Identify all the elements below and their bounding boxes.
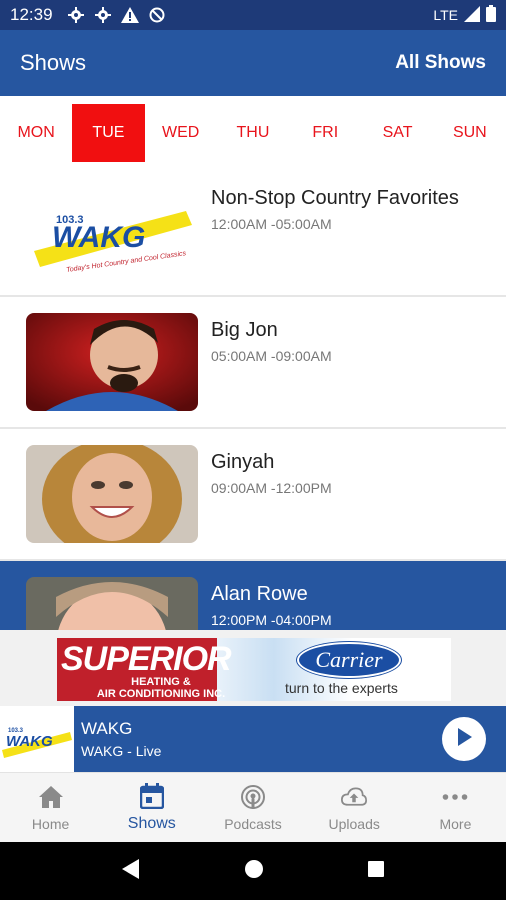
show-list: 103.3 WAKG Today's Hot Country and Cool … bbox=[0, 165, 506, 630]
data-saver-icon bbox=[148, 6, 166, 24]
ad-area: SUPERIOR HEATING & AIR CONDITIONING INC.… bbox=[0, 630, 506, 706]
back-icon[interactable] bbox=[121, 858, 141, 885]
nav-home[interactable]: Home bbox=[0, 773, 101, 842]
logo-call: WAKG bbox=[52, 221, 145, 254]
station-logo: 103.3 WAKG Today's Hot Country and Cool … bbox=[26, 181, 198, 279]
system-nav-bar bbox=[0, 842, 506, 900]
show-row[interactable]: 103.3 WAKG Today's Hot Country and Cool … bbox=[0, 165, 506, 297]
nav-podcasts[interactable]: Podcasts bbox=[202, 773, 303, 842]
nav-uploads[interactable]: Uploads bbox=[304, 773, 405, 842]
cloud-upload-icon bbox=[341, 784, 368, 810]
show-name: Alan Rowe bbox=[211, 583, 308, 605]
tab-fri[interactable]: FRI bbox=[289, 104, 361, 162]
status-right: LTE bbox=[433, 5, 496, 25]
ad-banner[interactable]: SUPERIOR HEATING & AIR CONDITIONING INC.… bbox=[57, 638, 451, 701]
play-icon bbox=[455, 727, 473, 752]
player-subtitle: WAKG - Live bbox=[81, 743, 162, 759]
ad-partner: Carrier bbox=[315, 647, 383, 672]
nav-shows[interactable]: Shows bbox=[101, 773, 202, 842]
tab-sat[interactable]: SAT bbox=[361, 104, 433, 162]
tab-mon[interactable]: MON bbox=[0, 104, 72, 162]
player-title: WAKG bbox=[81, 719, 133, 738]
show-row[interactable]: Alan Rowe 12:00PM -04:00PM bbox=[0, 561, 506, 630]
ad-subline-1: HEATING & bbox=[131, 676, 191, 688]
show-name: Ginyah bbox=[211, 451, 275, 473]
play-button[interactable] bbox=[442, 717, 486, 761]
nav-shows-label: Shows bbox=[127, 814, 176, 832]
all-shows-button[interactable]: All Shows bbox=[395, 52, 486, 74]
carrier-logo: Carrier bbox=[297, 642, 401, 678]
podcast-icon bbox=[240, 784, 266, 810]
ad-brand: SUPERIOR bbox=[61, 640, 232, 678]
page-title: Shows bbox=[20, 50, 87, 75]
tab-sun[interactable]: SUN bbox=[434, 104, 506, 162]
tab-tue[interactable]: TUE bbox=[72, 104, 145, 162]
battery-icon bbox=[486, 5, 496, 25]
settings-icon bbox=[94, 6, 112, 24]
show-row[interactable]: Big Jon 05:00AM -09:00AM bbox=[0, 297, 506, 429]
ad-subline-2: AIR CONDITIONING INC. bbox=[96, 688, 226, 700]
settings-icon bbox=[67, 6, 85, 24]
home-circle-icon[interactable] bbox=[244, 859, 264, 884]
host-photo bbox=[26, 313, 198, 411]
warning-icon bbox=[120, 6, 139, 24]
network-type: LTE bbox=[433, 7, 458, 23]
status-bar: 12:39 LTE bbox=[0, 0, 506, 30]
ad-subline: HEATING & AIR CONDITIONING INC. bbox=[71, 676, 251, 700]
tab-thu[interactable]: THU bbox=[217, 104, 289, 162]
show-time: 12:00AM -05:00AM bbox=[211, 216, 332, 232]
day-tabs: MON TUE WED THU FRI SAT SUN bbox=[0, 104, 506, 162]
mini-player[interactable]: 103.3 WAKG WAKG WAKG - Live bbox=[0, 706, 506, 772]
recents-icon[interactable] bbox=[367, 860, 385, 883]
show-name: Non-Stop Country Favorites bbox=[211, 187, 459, 209]
more-dots-icon bbox=[442, 784, 468, 810]
signal-icon bbox=[464, 5, 480, 25]
nav-home-label: Home bbox=[31, 815, 70, 832]
host-photo bbox=[26, 445, 198, 543]
app-bar: Shows All Shows bbox=[0, 30, 506, 96]
host-photo bbox=[26, 577, 198, 630]
home-icon bbox=[38, 784, 64, 810]
calendar-icon bbox=[139, 782, 165, 809]
nav-more-label: More bbox=[439, 815, 472, 832]
show-time: 09:00AM -12:00PM bbox=[211, 480, 332, 496]
show-time: 12:00PM -04:00PM bbox=[211, 612, 332, 628]
show-row[interactable]: Ginyah 09:00AM -12:00PM bbox=[0, 429, 506, 561]
ad-tagline: turn to the experts bbox=[285, 680, 398, 696]
tab-wed[interactable]: WED bbox=[145, 104, 217, 162]
nav-uploads-label: Uploads bbox=[328, 815, 380, 832]
status-time: 12:39 bbox=[10, 5, 53, 24]
player-logo-call: WAKG bbox=[6, 733, 53, 750]
show-name: Big Jon bbox=[211, 319, 278, 341]
nav-podcasts-label: Podcasts bbox=[224, 815, 282, 832]
bottom-nav: Home Shows Podcasts Uploads More bbox=[0, 772, 506, 842]
nav-more[interactable]: More bbox=[405, 773, 506, 842]
player-station-logo: 103.3 WAKG bbox=[0, 706, 74, 772]
show-time: 05:00AM -09:00AM bbox=[211, 348, 332, 364]
